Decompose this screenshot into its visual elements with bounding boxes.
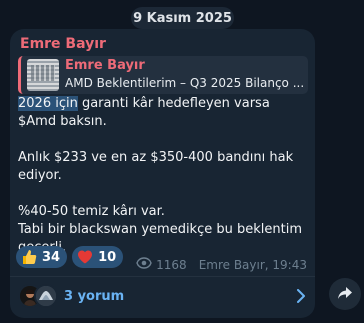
message-signature: Emre Bayır, 19:43 (198, 257, 307, 272)
paragraph-line: %40-50 temiz kârı var. (18, 204, 165, 219)
message-paragraph: Anlık $233 ve en az $350-400 bandını hak… (18, 150, 294, 183)
message-author[interactable]: Emre Bayır (20, 36, 106, 52)
reaction-count: 34 (42, 249, 61, 265)
message-text: 2026 için garanti kâr hedefleyen varsa $… (18, 95, 310, 257)
reaction-heart[interactable]: 10 (72, 246, 124, 268)
message-meta: 1168 Emre Bayır, 19:43 (136, 257, 307, 272)
reply-author: Emre Bayır (65, 58, 145, 73)
heart-icon (76, 248, 94, 266)
avatar (34, 284, 58, 308)
commenter-avatars (18, 284, 62, 308)
reaction-count: 10 (98, 249, 117, 265)
eye-icon (136, 257, 152, 272)
forward-icon (337, 285, 353, 304)
forward-button[interactable] (329, 278, 361, 310)
reaction-thumbs-up[interactable]: 34 (16, 246, 68, 268)
reply-thumbnail (27, 59, 59, 91)
chevron-right-icon (296, 288, 306, 307)
message-paragraph: 2026 için garanti kâr hedefleyen varsa $… (18, 95, 310, 131)
date-separator: 9 Kasım 2025 (131, 7, 234, 29)
divider (10, 276, 315, 277)
reactions-bar: 34 10 (16, 246, 124, 268)
comments-button[interactable]: 3 yorum (18, 279, 308, 313)
selected-text: 2026 için (18, 96, 78, 111)
thumbs-up-icon (20, 248, 38, 266)
comments-label: 3 yorum (64, 288, 125, 304)
message-bubble: Emre Bayır Emre Bayır AMD Beklentilerim … (10, 29, 315, 318)
reply-text: AMD Beklentilerim – Q3 2025 Bilanço ... (65, 76, 305, 90)
reply-preview[interactable]: Emre Bayır AMD Beklentilerim – Q3 2025 B… (18, 56, 308, 94)
view-count: 1168 (156, 257, 187, 272)
